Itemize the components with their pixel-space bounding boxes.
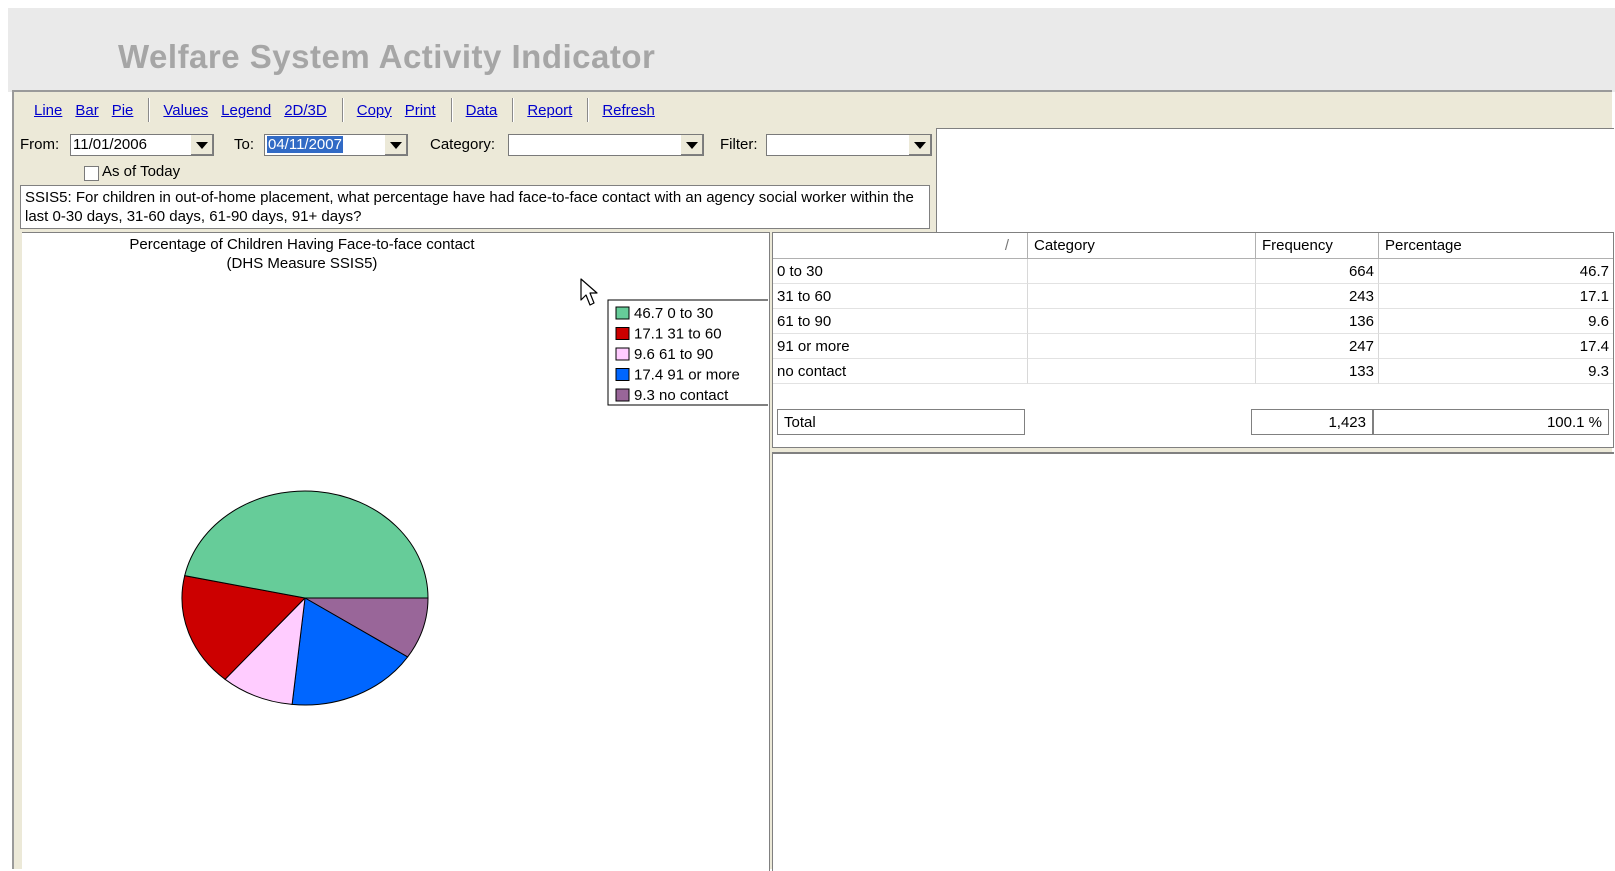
total-frequency: 1,423 bbox=[1251, 409, 1373, 435]
row-category bbox=[1028, 309, 1256, 334]
from-label: From: bbox=[20, 136, 60, 153]
row-frequency: 243 bbox=[1256, 284, 1379, 309]
toolbar-separator bbox=[450, 98, 453, 122]
top-right-panel bbox=[936, 128, 1614, 232]
print-button[interactable]: Print bbox=[405, 102, 436, 119]
report-button[interactable]: Report bbox=[527, 102, 572, 119]
category-label: Category: bbox=[430, 136, 496, 153]
chart-legend: 46.7 0 to 30 17.1 31 to 60 9.6 61 to 90 17.… bbox=[607, 299, 768, 406]
row-label: 31 to 60 bbox=[773, 284, 1028, 309]
chevron-down-icon bbox=[914, 141, 926, 149]
pie-slices bbox=[181, 490, 429, 706]
to-date-dropdown-button[interactable] bbox=[384, 135, 407, 155]
row-label: 91 or more bbox=[773, 334, 1028, 359]
legend-label: 9.3 no contact bbox=[634, 387, 729, 404]
grid-header-percentage[interactable]: Percentage bbox=[1379, 233, 1613, 258]
category-combo[interactable] bbox=[508, 134, 704, 156]
pie-slice-0-to-30 bbox=[184, 490, 429, 599]
row-label: 0 to 30 bbox=[773, 259, 1028, 284]
data-button[interactable]: Data bbox=[466, 102, 498, 119]
from-date-value: 11/01/2006 bbox=[73, 136, 147, 153]
pie-chart-button[interactable]: Pie bbox=[112, 102, 134, 119]
row-category bbox=[1028, 259, 1256, 284]
row-frequency: 133 bbox=[1256, 359, 1379, 384]
table-row[interactable]: 0 to 30 664 46.7 bbox=[773, 259, 1613, 284]
row-frequency: 247 bbox=[1256, 334, 1379, 359]
category-dropdown-button[interactable] bbox=[680, 135, 703, 155]
app-title: Welfare System Activity Indicator bbox=[118, 38, 656, 75]
chart-title: Percentage of Children Having Face-to-fa… bbox=[129, 236, 475, 253]
legend-label: 46.7 0 to 30 bbox=[634, 305, 713, 322]
row-percentage: 17.4 bbox=[1379, 334, 1613, 359]
table-row[interactable]: 91 or more 247 17.4 bbox=[773, 334, 1613, 359]
legend-swatch bbox=[615, 368, 630, 381]
total-percentage: 100.1 % bbox=[1373, 409, 1609, 435]
total-label: Total bbox=[777, 409, 1025, 435]
table-row[interactable]: no contact 133 9.3 bbox=[773, 359, 1613, 384]
toolbar-separator bbox=[587, 98, 590, 122]
legend-swatch bbox=[615, 306, 630, 320]
legend-swatch bbox=[615, 327, 630, 340]
2d-3d-button[interactable]: 2D/3D bbox=[284, 102, 327, 119]
chevron-down-icon bbox=[196, 141, 208, 149]
grid-header: / Category Frequency Percentage bbox=[773, 233, 1613, 259]
app-title-band: Welfare System Activity Indicator bbox=[8, 8, 1615, 92]
legend-button[interactable]: Legend bbox=[221, 102, 271, 119]
legend-label: 17.1 31 to 60 bbox=[634, 326, 722, 343]
row-frequency: 136 bbox=[1256, 309, 1379, 334]
toolbar-separator bbox=[148, 98, 151, 122]
toolbar-separator bbox=[341, 98, 344, 122]
filter-label: Filter: bbox=[720, 136, 758, 153]
grid-header-sort[interactable]: / bbox=[773, 233, 1028, 258]
from-date-dropdown-button[interactable] bbox=[190, 135, 213, 155]
row-frequency: 664 bbox=[1256, 259, 1379, 284]
toolbar-separator bbox=[512, 98, 515, 122]
table-row[interactable]: 31 to 60 243 17.1 bbox=[773, 284, 1613, 309]
to-date-combo[interactable]: 04/11/2007 bbox=[264, 134, 408, 156]
pie-chart: Percentage of Children Having Face-to-fa… bbox=[129, 236, 768, 706]
refresh-button[interactable]: Refresh bbox=[602, 102, 655, 119]
measure-description: SSIS5: For children in out-of-home place… bbox=[20, 185, 930, 229]
chart-subtitle: (DHS Measure SSIS5) bbox=[227, 255, 378, 272]
values-button[interactable]: Values bbox=[163, 102, 208, 119]
row-percentage: 9.6 bbox=[1379, 309, 1613, 334]
lower-right-panel bbox=[772, 452, 1614, 871]
row-percentage: 46.7 bbox=[1379, 259, 1613, 284]
mouse-cursor-icon bbox=[580, 278, 598, 306]
data-grid: / Category Frequency Percentage 0 to 30 … bbox=[772, 232, 1614, 448]
legend-label: 9.6 61 to 90 bbox=[634, 346, 713, 363]
line-chart-button[interactable]: Line bbox=[34, 102, 62, 119]
toolbar: Line Bar Pie Values Legend 2D/3D Copy Pr… bbox=[34, 98, 668, 122]
row-category bbox=[1028, 284, 1256, 309]
filter-dropdown-button[interactable] bbox=[908, 135, 931, 155]
row-category bbox=[1028, 359, 1256, 384]
row-percentage: 9.3 bbox=[1379, 359, 1613, 384]
row-label: 61 to 90 bbox=[773, 309, 1028, 334]
as-of-today-checkbox[interactable] bbox=[84, 166, 99, 181]
legend-label: 17.4 91 or more bbox=[634, 367, 740, 384]
bar-chart-button[interactable]: Bar bbox=[75, 102, 98, 119]
main-window: Line Bar Pie Values Legend 2D/3D Copy Pr… bbox=[12, 90, 1614, 871]
chevron-down-icon bbox=[390, 141, 402, 149]
from-date-combo[interactable]: 11/01/2006 bbox=[70, 134, 214, 156]
table-row[interactable]: 61 to 90 136 9.6 bbox=[773, 309, 1613, 334]
row-label: no contact bbox=[773, 359, 1028, 384]
row-percentage: 17.1 bbox=[1379, 284, 1613, 309]
to-date-value: 04/11/2007 bbox=[267, 136, 343, 153]
legend-swatch bbox=[615, 347, 630, 361]
filter-combo[interactable] bbox=[766, 134, 932, 156]
grid-header-frequency[interactable]: Frequency bbox=[1256, 233, 1379, 258]
as-of-today-label[interactable]: As of Today bbox=[102, 163, 180, 180]
row-category bbox=[1028, 334, 1256, 359]
to-label: To: bbox=[234, 136, 255, 153]
chart-area: Percentage of Children Having Face-to-fa… bbox=[22, 232, 770, 871]
grid-header-category[interactable]: Category bbox=[1028, 233, 1256, 258]
copy-button[interactable]: Copy bbox=[357, 102, 392, 119]
chevron-down-icon bbox=[686, 141, 698, 149]
legend-swatch bbox=[615, 388, 630, 402]
